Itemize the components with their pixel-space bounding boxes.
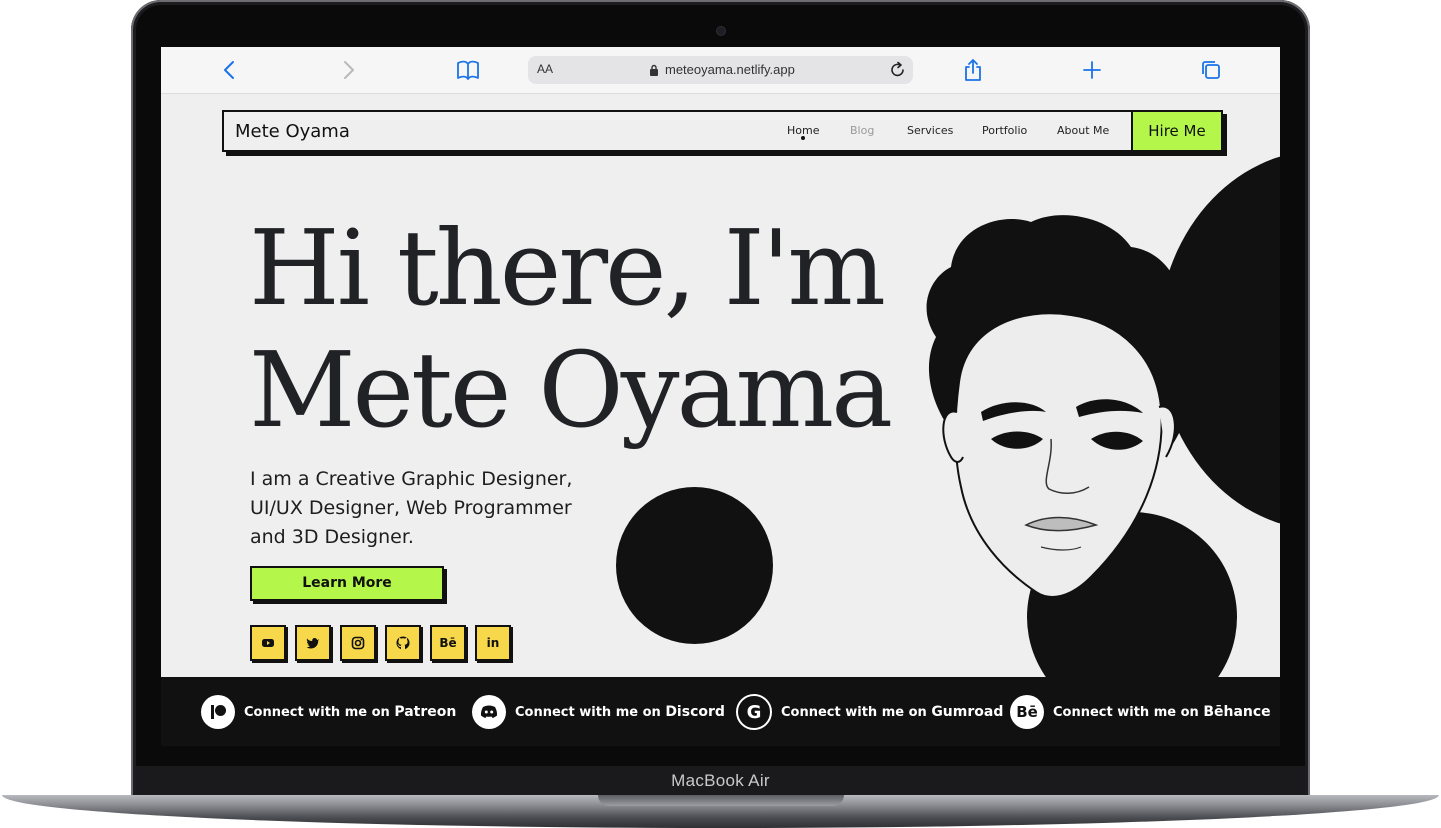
discord-link-text: Connect with me on Discord bbox=[515, 704, 725, 720]
github-button[interactable] bbox=[385, 625, 421, 661]
camera bbox=[717, 27, 725, 35]
patreon-icon bbox=[201, 695, 235, 729]
nav-about-me[interactable]: About Me bbox=[1057, 124, 1109, 137]
gumroad-link[interactable]: G Connect with me on Gumroad bbox=[736, 694, 1004, 730]
url-text: meteoyama.netlify.app bbox=[665, 62, 795, 77]
instagram-icon bbox=[351, 636, 365, 650]
plus-icon[interactable] bbox=[1079, 57, 1105, 83]
learn-more-button[interactable]: Learn More bbox=[250, 566, 444, 601]
site-navbar: Mete Oyama Home Blog Services Portfolio … bbox=[222, 110, 1223, 152]
discord-link[interactable]: Connect with me on Discord bbox=[472, 695, 725, 729]
behance-link[interactable]: Bē Connect with me on Bēhance bbox=[1010, 695, 1271, 729]
browser-toolbar: AA meteoyama.netlify.app bbox=[161, 47, 1280, 94]
nav-portfolio[interactable]: Portfolio bbox=[982, 124, 1027, 137]
hire-me-button[interactable]: Hire Me bbox=[1131, 112, 1221, 150]
site-logo[interactable]: Mete Oyama bbox=[235, 121, 350, 142]
hero-title: Hi there, I'm Mete Oyama bbox=[249, 207, 893, 451]
behance-icon: Bē bbox=[439, 636, 457, 650]
laptop-brand-label: MacBook Air bbox=[671, 771, 770, 790]
patreon-link-text: Connect with me on Patreon bbox=[244, 704, 457, 720]
reader-aa-button[interactable]: AA bbox=[537, 62, 553, 76]
twitter-button[interactable] bbox=[295, 625, 331, 661]
back-icon[interactable] bbox=[217, 57, 243, 83]
tabs-icon[interactable] bbox=[1198, 57, 1224, 83]
twitter-icon bbox=[306, 638, 319, 649]
forward-icon[interactable] bbox=[335, 57, 361, 83]
hero-subtitle: I am a Creative Graphic Designer, UI/UX … bbox=[250, 468, 573, 548]
nav-blog[interactable]: Blog bbox=[850, 124, 874, 137]
connect-footer: Connect with me on Patreon Connect with … bbox=[161, 677, 1280, 746]
address-bar[interactable]: AA meteoyama.netlify.app bbox=[528, 56, 913, 84]
gumroad-icon: G bbox=[736, 694, 772, 730]
behance-footer-icon: Bē bbox=[1010, 695, 1044, 729]
reload-icon[interactable] bbox=[888, 60, 908, 80]
bookmarks-icon[interactable] bbox=[455, 57, 481, 83]
discord-icon bbox=[472, 695, 506, 729]
screen: AA meteoyama.netlify.app Mete Oyama Home… bbox=[161, 47, 1280, 746]
nav-services[interactable]: Services bbox=[907, 124, 953, 137]
gumroad-link-text: Connect with me on Gumroad bbox=[781, 704, 1004, 720]
patreon-link[interactable]: Connect with me on Patreon bbox=[201, 695, 456, 729]
laptop-notch bbox=[598, 795, 844, 806]
github-icon bbox=[396, 636, 410, 650]
decorative-circle-middle bbox=[616, 487, 773, 644]
active-indicator bbox=[801, 136, 805, 140]
share-icon[interactable] bbox=[960, 57, 986, 83]
youtube-button[interactable] bbox=[250, 625, 286, 661]
youtube-icon bbox=[262, 639, 274, 647]
behance-button[interactable]: Bē bbox=[430, 625, 466, 661]
linkedin-icon: in bbox=[486, 636, 500, 650]
instagram-button[interactable] bbox=[340, 625, 376, 661]
behance-link-text: Connect with me on Bēhance bbox=[1053, 704, 1271, 720]
linkedin-button[interactable]: in bbox=[475, 625, 511, 661]
lock-icon bbox=[650, 64, 658, 76]
